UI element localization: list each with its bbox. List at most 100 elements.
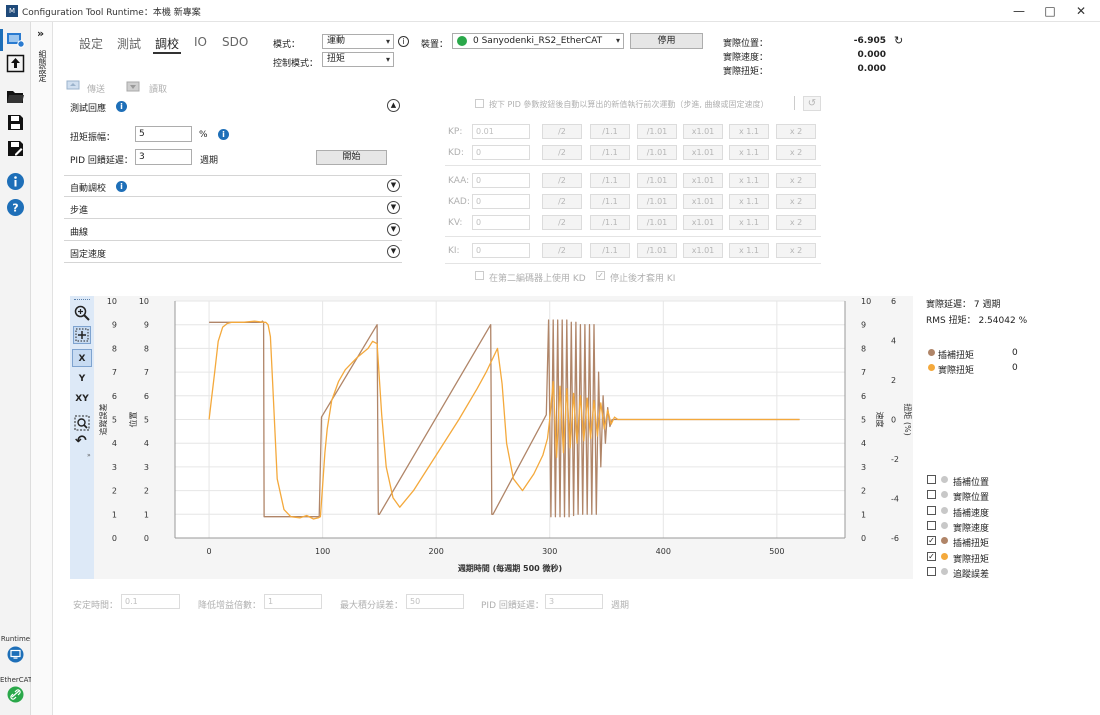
pid-adjust-button[interactable]: x1.01 bbox=[683, 124, 723, 139]
runtime-monitor-icon[interactable] bbox=[7, 646, 24, 663]
stop-button[interactable]: 停用 bbox=[630, 33, 703, 49]
max-integral-error-input[interactable]: 50 bbox=[406, 594, 464, 609]
section-curve[interactable]: 曲線 ▼ bbox=[64, 220, 402, 241]
configuration-icon[interactable] bbox=[6, 30, 25, 49]
pid-delay-input[interactable]: 3 bbox=[135, 149, 192, 165]
help-icon[interactable]: ? bbox=[6, 198, 25, 217]
pid-adjust-button[interactable]: x 1.1 bbox=[729, 243, 769, 258]
tuning-chart[interactable]: 0 100 200 300 400 5000 0 01 1 12 2 23 3 34 4 45 5 56 6 67 7 7… bbox=[95, 296, 913, 579]
pid-row-input[interactable]: 0 bbox=[472, 243, 530, 258]
pid-adjust-button[interactable]: x1.01 bbox=[683, 194, 723, 209]
save-as-icon[interactable] bbox=[6, 139, 25, 158]
series-checkbox[interactable] bbox=[927, 490, 936, 500]
tab-test[interactable]: 測試 bbox=[117, 35, 141, 52]
pid-adjust-button[interactable]: /1.01 bbox=[637, 124, 677, 139]
pid-adjust-button[interactable]: /1.1 bbox=[590, 173, 630, 188]
pid-adjust-button[interactable]: /1.1 bbox=[590, 243, 630, 258]
series-checkbox[interactable] bbox=[927, 520, 936, 530]
section-step[interactable]: 步進 ▼ bbox=[64, 198, 402, 219]
pid-adjust-button[interactable]: x 2 bbox=[776, 173, 816, 188]
pid-adjust-button[interactable]: /1.1 bbox=[590, 194, 630, 209]
test-response-header[interactable]: 測試回應 i ▲ bbox=[64, 96, 402, 117]
pid-adjust-button[interactable]: /2 bbox=[542, 194, 582, 209]
read-button[interactable]: 讀取 bbox=[149, 82, 167, 95]
y-zoom-button[interactable]: Y bbox=[72, 370, 92, 388]
pid-adjust-button[interactable]: x 1.1 bbox=[729, 215, 769, 230]
pid-adjust-button[interactable]: x 2 bbox=[776, 215, 816, 230]
pid-adjust-button[interactable]: /1.01 bbox=[637, 173, 677, 188]
pid-adjust-button[interactable]: x1.01 bbox=[683, 145, 723, 160]
pid-adjust-button[interactable]: /1.1 bbox=[590, 215, 630, 230]
pid-adjust-button[interactable]: /1.01 bbox=[637, 145, 677, 160]
pid-adjust-button[interactable]: /1.1 bbox=[590, 145, 630, 160]
chevron-down-icon[interactable]: ▼ bbox=[387, 245, 400, 258]
zoom-icon[interactable] bbox=[74, 305, 90, 321]
pid-row-input[interactable]: 0.01 bbox=[472, 124, 530, 139]
footer-pid-delay-input[interactable]: 3 bbox=[545, 594, 603, 609]
x-zoom-button[interactable]: X bbox=[72, 349, 92, 367]
tab-tuning[interactable]: 調校 bbox=[155, 35, 179, 52]
pid-adjust-button[interactable]: /2 bbox=[542, 173, 582, 188]
pid-adjust-button[interactable]: x 2 bbox=[776, 243, 816, 258]
pid-adjust-button[interactable]: x 2 bbox=[776, 145, 816, 160]
pid-adjust-button[interactable]: /1.01 bbox=[637, 194, 677, 209]
tab-settings[interactable]: 設定 bbox=[79, 35, 103, 52]
maximize-button[interactable]: □ bbox=[1035, 3, 1065, 19]
pid-adjust-button[interactable]: /2 bbox=[542, 145, 582, 160]
pid-row-input[interactable]: 0 bbox=[472, 194, 530, 209]
pid-adjust-button[interactable]: x 2 bbox=[776, 194, 816, 209]
series-checkbox[interactable]: ✓ bbox=[927, 536, 936, 546]
settle-time-input[interactable]: 0.1 bbox=[121, 594, 180, 609]
pid-adjust-button[interactable]: /2 bbox=[542, 124, 582, 139]
pid-adjust-button[interactable]: x 2 bbox=[776, 124, 816, 139]
pid-adjust-button[interactable]: /1.01 bbox=[637, 243, 677, 258]
xy-zoom-button[interactable]: XY bbox=[72, 390, 92, 408]
pid-adjust-button[interactable]: x 1.1 bbox=[729, 173, 769, 188]
series-checkbox[interactable] bbox=[927, 505, 936, 515]
pid-adjust-button[interactable]: /2 bbox=[542, 243, 582, 258]
undo-zoom-icon[interactable]: ↶ bbox=[75, 433, 87, 449]
amplitude-input[interactable]: 5 bbox=[135, 126, 192, 142]
pid-adjust-button[interactable]: /1.01 bbox=[637, 215, 677, 230]
pan-icon[interactable] bbox=[73, 326, 91, 344]
pid-row-input[interactable]: 0 bbox=[472, 173, 530, 188]
close-button[interactable]: ✕ bbox=[1066, 3, 1096, 19]
amplitude-info-icon[interactable]: i bbox=[218, 129, 229, 140]
info-icon[interactable] bbox=[6, 172, 25, 191]
upload-icon[interactable] bbox=[6, 54, 25, 73]
toolbar-grip[interactable] bbox=[74, 299, 90, 300]
pid-row-input[interactable]: 0 bbox=[472, 145, 530, 160]
auto-run-checkbox[interactable] bbox=[475, 99, 484, 108]
mode-info-icon[interactable]: i bbox=[398, 36, 409, 47]
pid-adjust-button[interactable]: x 1.1 bbox=[729, 124, 769, 139]
pid-adjust-button[interactable]: /2 bbox=[542, 215, 582, 230]
send-icon[interactable] bbox=[66, 80, 80, 92]
pid-adjust-button[interactable]: /1.1 bbox=[590, 124, 630, 139]
pid-row-input[interactable]: 0 bbox=[472, 215, 530, 230]
expand-chevron-icon[interactable]: » bbox=[37, 27, 44, 40]
zoom-fit-icon[interactable] bbox=[74, 415, 90, 431]
minimize-button[interactable]: — bbox=[1004, 3, 1034, 19]
mode-select[interactable]: 運動 ▾ bbox=[322, 34, 394, 49]
info-icon[interactable]: i bbox=[116, 181, 127, 192]
kd-second-encoder-checkbox[interactable] bbox=[475, 271, 484, 280]
vertical-config-label[interactable]: 組態設定 bbox=[37, 50, 47, 82]
start-button[interactable]: 開始 bbox=[316, 150, 387, 165]
pid-adjust-button[interactable]: x 1.1 bbox=[729, 145, 769, 160]
send-button[interactable]: 傳送 bbox=[87, 82, 105, 95]
tab-io[interactable]: IO bbox=[194, 35, 207, 49]
pid-adjust-button[interactable]: x1.01 bbox=[683, 215, 723, 230]
gain-reduce-input[interactable]: 1 bbox=[264, 594, 322, 609]
read-icon[interactable] bbox=[126, 80, 140, 92]
folder-open-icon[interactable] bbox=[6, 87, 25, 106]
control-mode-select[interactable]: 扭矩 ▾ bbox=[322, 52, 394, 67]
series-checkbox[interactable] bbox=[927, 475, 936, 484]
toolbar-overflow-icon[interactable]: » bbox=[87, 452, 91, 459]
ki-after-stop-checkbox[interactable]: ✓ bbox=[596, 271, 605, 280]
chevron-down-icon[interactable]: ▼ bbox=[387, 223, 400, 236]
section-auto-tune[interactable]: 自動調校 i ▼ bbox=[64, 176, 402, 197]
chevron-up-icon[interactable]: ▲ bbox=[387, 99, 400, 112]
series-checkbox[interactable]: ✓ bbox=[927, 551, 936, 561]
tab-sdo[interactable]: SDO bbox=[222, 35, 248, 49]
reset-position-icon[interactable]: ↻ bbox=[894, 34, 903, 47]
